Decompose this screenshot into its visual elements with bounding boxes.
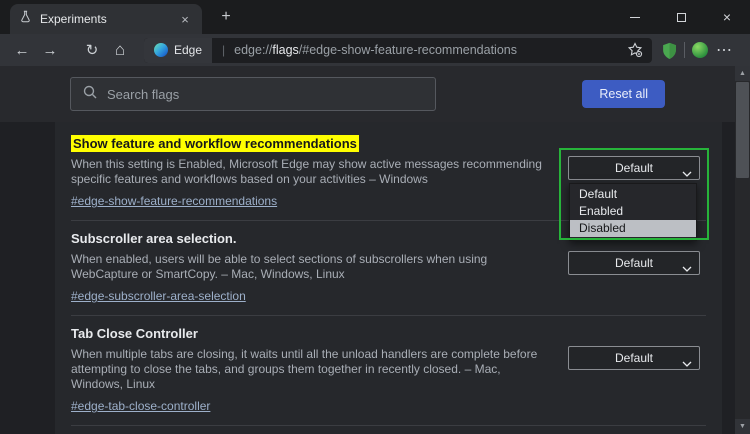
ellipsis-menu-icon[interactable]: ⋯ [716,40,732,60]
back-icon[interactable]: ← [8,37,36,63]
tab-title: Experiments [40,12,107,26]
titlebar: Experiments × + × [0,0,750,34]
maximize-icon [676,12,686,22]
flag-row-tab-groups: Tab Groups [71,426,706,434]
flag-title: Subscroller area selection. [71,231,237,246]
flag-description: When multiple tabs are closing, it waits… [71,347,538,391]
scroll-up-icon[interactable]: ▲ [735,66,750,81]
extension-icon[interactable] [692,42,708,58]
flag-description: When enabled, users will be able to sele… [71,252,488,281]
flag-dropdown[interactable]: Default [568,251,700,275]
window-controls: × [612,0,750,34]
url-path: /#edge-show-feature-recommendations [298,43,517,57]
home-icon[interactable]: ⌂ [106,37,134,63]
search-highlight: Show feature and workflow recommendation… [71,135,359,152]
chevron-down-icon [682,166,692,180]
minimize-icon [630,16,640,18]
flags-card: Show feature and workflow recommendation… [55,122,722,434]
chevron-down-icon [682,261,692,275]
flask-icon [19,10,32,28]
navbar-divider [684,42,685,58]
reset-all-button[interactable]: Reset all [582,80,665,108]
forward-icon[interactable]: → [36,37,64,63]
tab-experiments[interactable]: Experiments × [10,4,202,34]
maximize-button[interactable] [658,0,704,34]
refresh-icon[interactable]: ↻ [78,37,106,63]
scroll-down-icon[interactable]: ▼ [735,419,750,434]
search-box[interactable] [70,77,436,111]
flag-row-tab-close-controller: Tab Close Controller When multiple tabs … [71,316,706,426]
url-host: flags [272,43,299,57]
browser-window: Experiments × + × ← → ↻ ⌂ Edge | edge://… [0,0,750,434]
dropdown-option-disabled[interactable]: Disabled [570,220,696,237]
flag-settings-star-icon[interactable] [627,42,643,58]
flag-title: Tab Close Controller [71,326,198,341]
search-input[interactable] [107,86,423,102]
tab-close-icon[interactable]: × [177,11,193,27]
scrollbar-thumb[interactable] [736,82,749,178]
url-text: edge://flags/#edge-show-feature-recommen… [234,43,517,57]
dropdown-option-enabled[interactable]: Enabled [570,203,696,220]
dropdown-menu: Default Enabled Disabled [569,183,697,241]
minimize-button[interactable] [612,0,658,34]
flag-title: Show feature and workflow recommendation… [71,135,552,152]
flag-row-show-feature-recommendations: Show feature and workflow recommendation… [71,126,709,241]
flag-permalink[interactable]: #edge-tab-close-controller [71,399,210,414]
scrollbar[interactable]: ▲ ▼ [735,66,750,434]
navbar: ← → ↻ ⌂ Edge | edge://flags/#edge-show-f… [0,34,750,66]
close-button[interactable]: × [704,0,750,34]
flags-page: Reset all Show feature and workflow reco… [0,66,750,434]
address-separator: | [222,43,226,57]
flag-permalink[interactable]: #edge-subscroller-area-selection [71,289,246,304]
chevron-down-icon [682,356,692,370]
address-bar[interactable]: Edge | edge://flags/#edge-show-feature-r… [144,37,652,63]
tracking-shield-icon[interactable] [662,42,677,59]
flags-content: Show feature and workflow recommendation… [0,122,750,434]
edge-badge: Edge [144,37,213,63]
scrollbar-track[interactable] [735,81,750,419]
flags-header: Reset all [0,66,750,122]
url-scheme: edge:// [234,43,273,57]
edge-badge-label: Edge [174,43,203,57]
new-tab-button[interactable]: + [216,7,236,27]
flag-dropdown[interactable]: Default [568,346,700,370]
search-icon [83,85,97,104]
dropdown-option-default[interactable]: Default [570,186,696,203]
edge-logo-icon [154,43,168,57]
flag-dropdown[interactable]: Default [568,156,700,180]
flag-description: When this setting is Enabled, Microsoft … [71,157,542,186]
flag-permalink[interactable]: #edge-show-feature-recommendations [71,194,277,209]
